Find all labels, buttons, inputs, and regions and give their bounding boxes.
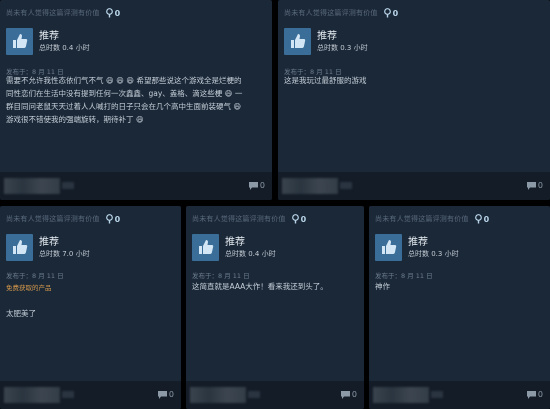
helpful-text: 尚未有人觉得这篇评测有价值 xyxy=(284,9,378,17)
comment-count: 0 xyxy=(537,181,543,190)
recommend-label: 推荐 xyxy=(39,30,59,42)
recommend-label: 推荐 xyxy=(39,236,59,248)
comments-button[interactable]: 0 xyxy=(526,181,543,190)
review-card: 尚未有人觉得这篇评测有价值 0 推荐 总时数 0.4 小时 发布于：8 月 11… xyxy=(0,0,272,200)
playtime-hours: 总时数 7.0 小时 xyxy=(39,249,90,258)
review-line: 同性恋们在生活中没有提到任何一次鑫鑫、gay、盖格、滴这些梗 😄 一 xyxy=(6,89,243,98)
recommend-label: 推荐 xyxy=(317,30,337,42)
playtime-hours: 总时数 0.3 小时 xyxy=(317,43,368,52)
award-button[interactable]: 0 xyxy=(291,214,307,224)
comment-icon xyxy=(248,181,258,190)
award-icon xyxy=(383,8,391,18)
award-button[interactable]: 0 xyxy=(474,214,490,224)
review-text: 这简直就是AAA大作！看来我还到头了。 xyxy=(192,280,328,293)
playtime-hours: 总时数 0.4 小时 xyxy=(225,249,276,258)
product-source: 免费获取的产品 xyxy=(6,284,52,292)
thumbs-up-icon xyxy=(192,233,219,261)
playtime-hours: 总时数 0.3 小时 xyxy=(408,249,459,258)
comment-count: 0 xyxy=(351,390,357,399)
award-button[interactable]: 0 xyxy=(105,214,121,224)
comments-button[interactable]: 0 xyxy=(340,390,357,399)
recommend-label: 推荐 xyxy=(408,236,428,248)
award-count: 0 xyxy=(114,214,121,224)
award-count: 0 xyxy=(392,8,399,18)
blurred-author-name[interactable] xyxy=(248,391,260,398)
review-text: 这是我玩过最舒服的游戏 xyxy=(284,74,367,87)
comment-count: 0 xyxy=(168,390,174,399)
review-text: 太肥美了 xyxy=(6,307,36,320)
thumbs-up-icon xyxy=(284,27,311,55)
comment-icon xyxy=(340,390,350,399)
blurred-avatar[interactable] xyxy=(282,178,338,194)
author-bar[interactable]: 0 xyxy=(278,172,550,200)
recommendation: 推荐 总时数 0.4 小时 xyxy=(192,233,276,261)
comment-count: 0 xyxy=(537,390,543,399)
post-date: 发布于：8 月 11 日 xyxy=(192,272,250,280)
recommendation: 推荐 总时数 0.3 小时 xyxy=(284,27,368,55)
review-line: 这简直就是AAA大作！看来我还到头了。 xyxy=(192,282,328,291)
review-text: 神作 xyxy=(375,280,390,293)
review-line: 需要不允许我性态依们气不气 😄 😄 😄 希望那些说这个游戏全是烂梗的 xyxy=(6,76,242,85)
award-button[interactable]: 0 xyxy=(105,8,121,18)
author-bar[interactable]: 0 xyxy=(0,381,181,409)
blurred-author-name[interactable] xyxy=(62,391,74,398)
blurred-author-name[interactable] xyxy=(431,391,443,398)
award-icon xyxy=(474,214,482,224)
recommendation: 推荐 总时数 0.4 小时 xyxy=(6,27,90,55)
author-bar[interactable]: 0 xyxy=(369,381,550,409)
review-header: 尚未有人觉得这篇评测有价值 0 xyxy=(0,0,272,26)
review-card: 尚未有人觉得这篇评测有价值 0 推荐 总时数 0.3 小时 发布于：8 月 11… xyxy=(369,206,550,409)
helpful-text: 尚未有人觉得这篇评测有价值 xyxy=(6,215,100,223)
comment-icon xyxy=(157,390,167,399)
award-icon xyxy=(105,214,113,224)
award-count: 0 xyxy=(483,214,490,224)
review-header: 尚未有人觉得这篇评测有价值 0 xyxy=(369,206,550,232)
blurred-avatar[interactable] xyxy=(373,387,429,403)
review-header: 尚未有人觉得这篇评测有价值 0 xyxy=(186,206,364,232)
review-card: 尚未有人觉得这篇评测有价值 0 推荐 总时数 7.0 小时 发布于：8 月 11… xyxy=(0,206,181,409)
review-line: 群目同问老鼠天天过着人人喊打的日子只会在几个高中生面前装硬气 😄 xyxy=(6,102,242,111)
review-line: 太肥美了 xyxy=(6,309,36,318)
review-card: 尚未有人觉得这篇评测有价值 0 推荐 总时数 0.3 小时 发布于：8 月 11… xyxy=(278,0,550,200)
blurred-avatar[interactable] xyxy=(4,178,60,194)
award-button[interactable]: 0 xyxy=(383,8,399,18)
award-count: 0 xyxy=(300,214,307,224)
award-icon xyxy=(291,214,299,224)
award-icon xyxy=(105,8,113,18)
thumbs-up-icon xyxy=(375,233,402,261)
award-count: 0 xyxy=(114,8,121,18)
comments-button[interactable]: 0 xyxy=(526,390,543,399)
review-line: 神作 xyxy=(375,282,390,291)
playtime-hours: 总时数 0.4 小时 xyxy=(39,43,90,52)
comment-count: 0 xyxy=(259,181,265,190)
review-header: 尚未有人觉得这篇评测有价值 0 xyxy=(278,0,550,26)
helpful-text: 尚未有人觉得这篇评测有价值 xyxy=(375,215,469,223)
helpful-text: 尚未有人觉得这篇评测有价值 xyxy=(6,9,100,17)
blurred-author-name[interactable] xyxy=(62,182,74,189)
comments-button[interactable]: 0 xyxy=(248,181,265,190)
author-bar[interactable]: 0 xyxy=(0,172,272,200)
review-line: 这是我玩过最舒服的游戏 xyxy=(284,76,367,85)
recommendation: 推荐 总时数 7.0 小时 xyxy=(6,233,90,261)
blurred-avatar[interactable] xyxy=(190,387,246,403)
thumbs-up-icon xyxy=(6,27,33,55)
review-card: 尚未有人觉得这篇评测有价值 0 推荐 总时数 0.4 小时 发布于：8 月 11… xyxy=(186,206,364,409)
recommend-label: 推荐 xyxy=(225,236,245,248)
author-bar[interactable]: 0 xyxy=(186,381,364,409)
comments-button[interactable]: 0 xyxy=(157,390,174,399)
review-line: 游戏很不错使我的强端旋转，期待补丁 😄 xyxy=(6,115,144,124)
post-date: 发布于：8 月 11 日 xyxy=(375,272,433,280)
comment-icon xyxy=(526,181,536,190)
review-header: 尚未有人觉得这篇评测有价值 0 xyxy=(0,206,181,232)
review-text: 需要不允许我性态依们气不气 😄 😄 😄 希望那些说这个游戏全是烂梗的 同性恋们在… xyxy=(6,74,242,126)
blurred-author-name[interactable] xyxy=(340,182,352,189)
post-date: 发布于：8 月 11 日 xyxy=(6,272,64,280)
blurred-avatar[interactable] xyxy=(4,387,60,403)
helpful-text: 尚未有人觉得这篇评测有价值 xyxy=(192,215,286,223)
thumbs-up-icon xyxy=(6,233,33,261)
recommendation: 推荐 总时数 0.3 小时 xyxy=(375,233,459,261)
comment-icon xyxy=(526,390,536,399)
